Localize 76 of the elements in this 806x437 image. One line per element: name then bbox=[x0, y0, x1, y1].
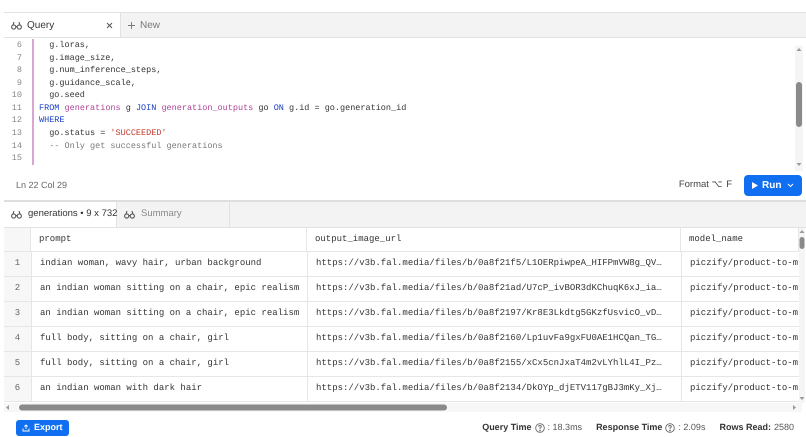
code-line: g.image_size, bbox=[48, 52, 116, 64]
code-line: go.status = 'SUCCEEDED' bbox=[48, 127, 167, 140]
help-icon[interactable] bbox=[534, 422, 545, 432]
table-cell-text: an indian woman sitting on a chair, epic realism bbox=[40, 307, 300, 320]
table-cell-text: piczify/product-to-m bbox=[690, 307, 798, 320]
code-line: -- Only get successful generations bbox=[48, 140, 223, 152]
line-number: 8 bbox=[16, 64, 22, 77]
table-cell-text: piczify/product-to-m bbox=[690, 357, 798, 370]
horizontal-scrollbar[interactable] bbox=[4, 403, 802, 412]
row-number: 4 bbox=[14, 332, 20, 346]
scrollbar[interactable] bbox=[795, 46, 803, 171]
stat-label: Rows Read: bbox=[719, 420, 771, 434]
code-line: g.num_inference_steps, bbox=[48, 64, 162, 77]
tab-label: New bbox=[140, 18, 160, 32]
table-cell-text: https://v3b.fal.media/files/b/0a8f21ad/U7cP_ivBOR3dKChuqK6xJ_ia… bbox=[316, 282, 662, 296]
line-number: 13 bbox=[10, 127, 22, 140]
stat-value: : 18.3ms bbox=[548, 420, 582, 434]
editor-tab[interactable]: New bbox=[121, 13, 168, 37]
format-button[interactable]: Format ⌥ F bbox=[678, 178, 732, 193]
line-number: 11 bbox=[10, 102, 22, 115]
table-cell-text: indian woman, wavy hair, urban background bbox=[40, 257, 262, 270]
play-icon bbox=[752, 182, 758, 189]
results-tab[interactable]: generations • 9 x 732 bbox=[4, 202, 117, 227]
code-line: g.guidance_scale, bbox=[48, 76, 136, 90]
cursor-position: Ln 22 Col 29 bbox=[16, 178, 68, 192]
plus-icon bbox=[128, 22, 135, 28]
code-line: g.loras, bbox=[48, 38, 90, 52]
row-number: 1 bbox=[14, 257, 20, 270]
line-number: 6 bbox=[16, 38, 22, 52]
column-header[interactable]: output_image_url bbox=[315, 232, 402, 246]
tab-label: Summary bbox=[141, 207, 182, 222]
binoculars-icon bbox=[11, 20, 22, 30]
table-cell-text: an indian woman with dark hair bbox=[40, 382, 202, 396]
table-cell-text: https://v3b.fal.media/files/b/0a8f2134/DkOYp_djETV117gBJ3mKy_Xj… bbox=[316, 382, 662, 396]
code-line: FROM generations g JOIN generation_outputs go ON g.id = go.generation_id bbox=[39, 102, 406, 115]
row-number: 2 bbox=[14, 282, 20, 296]
close-icon[interactable] bbox=[106, 22, 113, 28]
run-button[interactable]: Run bbox=[744, 175, 802, 196]
table-cell-text: full body, sitting on a chair, girl bbox=[40, 357, 230, 370]
editor-tab[interactable]: Query bbox=[4, 13, 121, 37]
line-number: 12 bbox=[10, 114, 22, 128]
row-number: 3 bbox=[14, 307, 20, 320]
binoculars-icon bbox=[11, 210, 22, 219]
table-cell-text: https://v3b.fal.media/files/b/0a8f2160/Lp1uvFa9gxFU0AE1HCQan_TG… bbox=[316, 332, 662, 346]
column-header[interactable]: prompt bbox=[39, 232, 72, 246]
table-cell-text: piczify/product-to-m bbox=[690, 332, 798, 346]
line-number: 14 bbox=[10, 140, 22, 152]
code-line: go.seed bbox=[48, 89, 85, 102]
row-number: 6 bbox=[14, 382, 20, 396]
table-cell-text: an indian woman sitting on a chair, epic realism bbox=[40, 282, 300, 296]
stat-label: Query Time bbox=[482, 420, 532, 434]
table-cell-text: full body, sitting on a chair, girl bbox=[40, 332, 230, 346]
help-icon[interactable] bbox=[665, 422, 676, 432]
table-cell-text: piczify/product-to-m bbox=[690, 282, 798, 296]
code-line: WHERE bbox=[39, 114, 65, 128]
table-cell-text: https://v3b.fal.media/files/b/0a8f21f5/L1OERpiwpeA_HIFPmVW8g_QV… bbox=[316, 257, 662, 270]
line-number: 9 bbox=[16, 76, 22, 90]
binoculars-icon bbox=[124, 210, 135, 219]
scrollbar[interactable] bbox=[799, 228, 805, 403]
export-button[interactable]: Export bbox=[16, 420, 69, 436]
stat-label: Response Time bbox=[596, 420, 662, 434]
line-number: 7 bbox=[16, 52, 22, 64]
table-cell-text: piczify/product-to-m bbox=[690, 382, 798, 396]
stat-value: : 2.09s bbox=[678, 420, 706, 434]
tab-label: generations • 9 x 732 bbox=[28, 207, 118, 222]
tab-label: Query bbox=[27, 18, 54, 32]
row-number: 5 bbox=[14, 357, 20, 370]
share-icon bbox=[22, 424, 30, 432]
table-cell-text: piczify/product-to-m bbox=[690, 257, 798, 270]
table-cell-text: https://v3b.fal.media/files/b/0a8f2197/Kr8E3Lkdtg5GKzfUsvicO_vD… bbox=[316, 307, 662, 320]
line-number: 10 bbox=[10, 89, 22, 102]
line-number: 15 bbox=[10, 152, 22, 166]
column-header[interactable]: model_name bbox=[689, 232, 744, 246]
chevron-down-icon[interactable] bbox=[787, 183, 794, 188]
table-cell-text: https://v3b.fal.media/files/b/0a8f2155/xCx5cnJxaT4m2vLYhlL4I_Pz… bbox=[316, 357, 662, 370]
stat-value: 2580 bbox=[774, 420, 794, 434]
